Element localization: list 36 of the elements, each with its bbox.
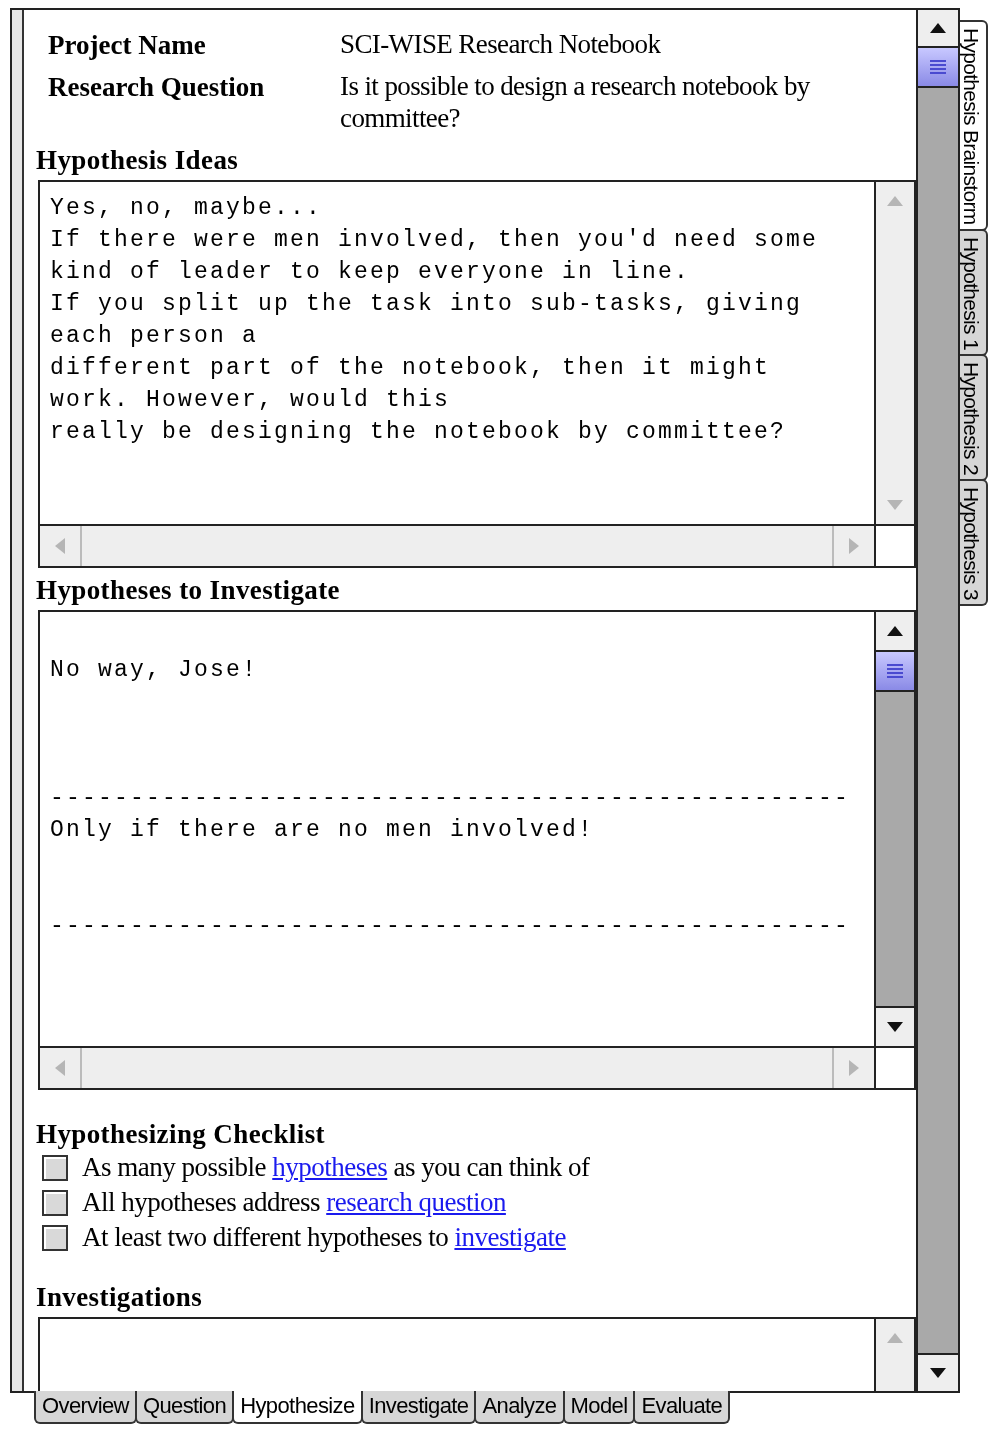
vertical-scrollbar[interactable] [916, 10, 958, 1391]
tab[interactable]: Hypothesis 2 [960, 353, 988, 481]
checklist-item: All hypotheses address research question [82, 1187, 506, 1218]
checklist-item: As many possible hypotheses as you can think of [82, 1152, 590, 1183]
tab[interactable]: Hypothesize [232, 1391, 363, 1424]
tab[interactable]: Model [562, 1391, 636, 1424]
checklist-item: At least two different hypotheses to investigate [82, 1222, 566, 1253]
down-arrow-icon[interactable] [887, 1022, 903, 1032]
tab[interactable]: Analyze [474, 1391, 565, 1424]
link[interactable]: investigate [454, 1222, 566, 1252]
scroll-thumb-icon[interactable] [929, 57, 947, 77]
section-heading: Investigations [36, 1281, 203, 1313]
field-value: Is it possible to design a research notebook by committee? [340, 70, 811, 134]
checkbox[interactable] [42, 1154, 68, 1181]
tab[interactable]: Investigate [360, 1391, 477, 1424]
field-label: Research Question [48, 71, 266, 104]
section-heading: Hypothesis Ideas [36, 144, 239, 176]
tab[interactable]: Hypothesis 3 [960, 478, 988, 606]
tab[interactable]: Evaluate [633, 1391, 731, 1424]
scroll-thumb-icon[interactable] [886, 661, 904, 681]
link[interactable]: research question [326, 1187, 506, 1217]
tab[interactable]: Hypothesis Brainstorm [960, 20, 988, 231]
field-label: Project Name [48, 29, 207, 62]
link[interactable]: hypotheses [272, 1152, 388, 1182]
checkbox[interactable] [42, 1189, 68, 1216]
tab[interactable]: Overview [34, 1391, 137, 1424]
down-arrow-icon[interactable] [930, 1368, 946, 1378]
up-arrow-icon[interactable] [887, 626, 903, 636]
tab[interactable]: Hypothesis 1 [960, 228, 988, 356]
field-value: SCI-WISE Research Notebook [340, 28, 662, 61]
section-heading: Hypotheses to Investigate [36, 574, 340, 606]
vertical-scrollbar[interactable] [874, 612, 914, 1046]
up-arrow-icon[interactable] [930, 23, 946, 33]
section-heading: Hypothesizing Checklist [36, 1118, 325, 1150]
checkbox[interactable] [42, 1224, 68, 1251]
tab[interactable]: Question [134, 1391, 235, 1424]
